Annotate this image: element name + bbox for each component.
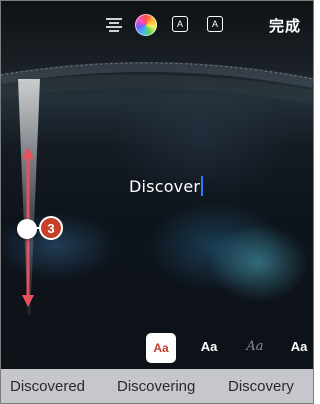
text-edit-toolbar: A A 完成 — [1, 1, 313, 53]
slider-knob[interactable] — [17, 219, 37, 239]
font-option-4[interactable]: Aa — [287, 331, 311, 361]
done-button[interactable]: 完成 — [269, 15, 301, 36]
step-callout-badge: 3 — [39, 216, 63, 240]
text-effect-b-icon[interactable]: A — [207, 16, 223, 32]
keyboard-suggestion-bar: Discovered Discovering Discovery — [1, 369, 313, 403]
text-effect-a-label: A — [176, 18, 183, 29]
text-input-overlay[interactable]: Discover — [129, 176, 204, 196]
align-center-icon[interactable] — [104, 16, 124, 34]
font-option-1-label: Aa — [153, 341, 169, 355]
screenshot-frame: A A 完成 3 Discover Aa Aa Aa Aa Discovered… — [0, 0, 314, 404]
font-option-1[interactable]: Aa — [146, 333, 176, 363]
suggestion-item[interactable]: Discovered — [10, 378, 85, 395]
suggestion-item[interactable]: Discovering — [117, 378, 195, 395]
font-option-2[interactable]: Aa — [197, 331, 221, 361]
text-effect-a-icon[interactable]: A — [172, 16, 188, 32]
text-caret — [201, 176, 204, 196]
font-option-3[interactable]: Aa — [243, 331, 267, 361]
car-grille-decoration — [1, 61, 313, 104]
typed-text: Discover — [129, 176, 201, 196]
step-callout-number: 3 — [47, 220, 55, 236]
font-style-picker: Aa Aa Aa Aa — [1, 331, 313, 367]
color-wheel-icon[interactable] — [135, 14, 157, 36]
suggestion-item[interactable]: Discovery — [228, 378, 294, 395]
font-option-3-label: Aa — [246, 338, 264, 354]
font-option-2-label: Aa — [200, 338, 218, 354]
font-option-4-label: Aa — [290, 338, 308, 354]
text-effect-b-label: A — [211, 18, 218, 29]
